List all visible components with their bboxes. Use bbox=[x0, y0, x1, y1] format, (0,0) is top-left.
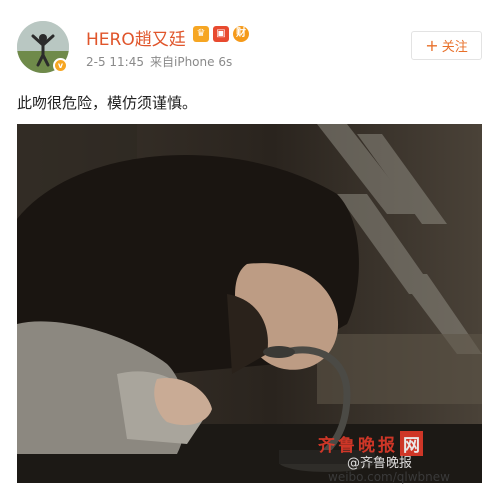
post-text: 此吻很危险，模仿须谨慎。 bbox=[17, 94, 198, 112]
post-image[interactable] bbox=[17, 124, 482, 483]
post-header: v HERO趙又廷 ♛ ▣ 财 2-5 11:45 来自iPhone 6s + 关… bbox=[0, 0, 500, 80]
author-badges: ♛ ▣ 财 bbox=[193, 26, 249, 42]
vip-crown-icon[interactable]: ♛ bbox=[193, 26, 209, 42]
author-name[interactable]: HERO趙又廷 bbox=[86, 25, 186, 50]
plus-icon: + bbox=[425, 35, 439, 55]
post-source: 来自iPhone 6s bbox=[150, 55, 233, 69]
cai-icon[interactable]: 财 bbox=[233, 26, 249, 42]
post-timestamp: 2-5 11:45 bbox=[86, 55, 144, 69]
watermark-site: weibo.com/qlwbnew bbox=[328, 470, 450, 484]
verified-badge-icon: v bbox=[53, 58, 68, 73]
watermark-weibo: @齐鲁晚报 bbox=[347, 456, 413, 471]
post-photo bbox=[17, 124, 482, 483]
red-envelope-icon[interactable]: ▣ bbox=[213, 26, 229, 42]
post-meta: 2-5 11:45 来自iPhone 6s bbox=[86, 53, 232, 70]
follow-label: 关注 bbox=[441, 40, 468, 55]
follow-button[interactable]: + 关注 bbox=[411, 31, 482, 60]
